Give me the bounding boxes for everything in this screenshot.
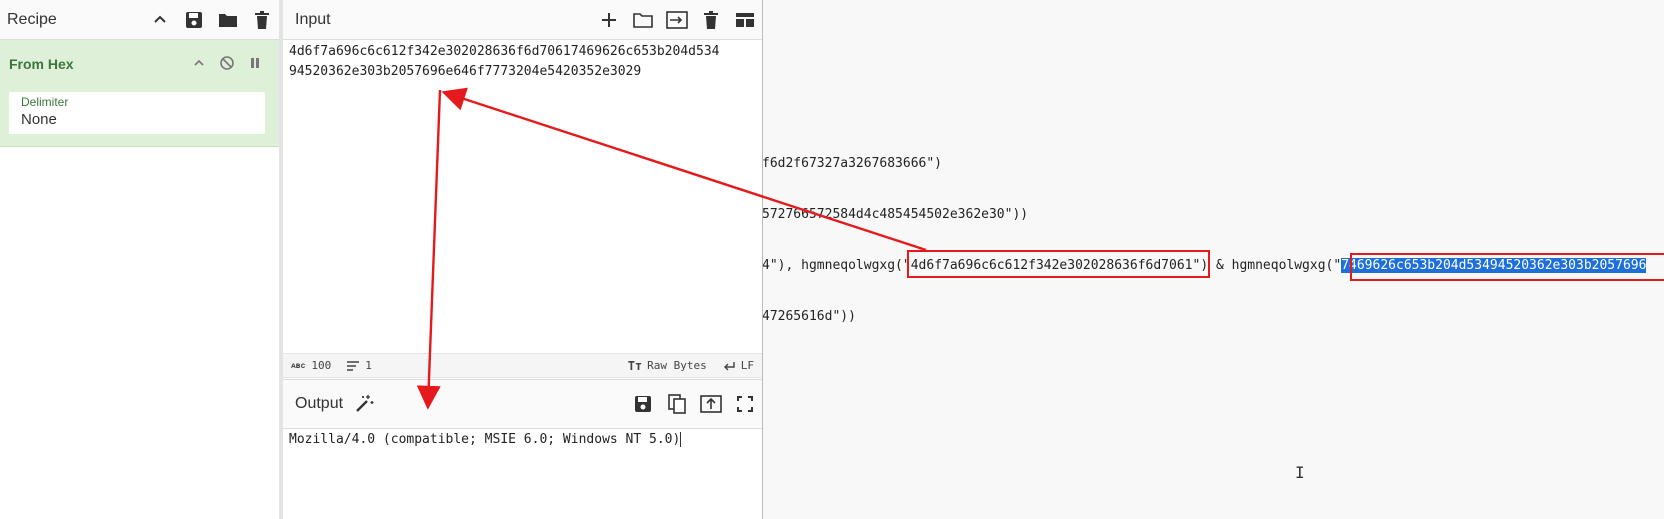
add-tab-plus-icon[interactable] [592, 0, 626, 40]
magic-wand-icon[interactable] [347, 384, 381, 424]
abc-length-icon: ᴀʙᴄ [291, 360, 306, 370]
output-text[interactable]: Mozilla/4.0 (compatible; MSIE 6.0; Windo… [289, 430, 682, 450]
code-line-4: 47265616d")) [762, 309, 856, 324]
breakpoint-pause-icon[interactable] [241, 53, 269, 73]
code-line-1: f6d2f67327a3267683666") [762, 156, 943, 171]
input-lines: 1 [365, 359, 372, 372]
reset-layout-icon[interactable] [728, 0, 762, 40]
text-cursor-icon: I [1295, 463, 1305, 482]
highlight-box-2 [1350, 253, 1664, 281]
text-encoding-icon[interactable]: Tт [628, 359, 642, 373]
maximise-output-icon[interactable] [728, 384, 762, 424]
output-title: Output [295, 395, 344, 412]
recipe-pane: Recipe From Hex Delimiter None [0, 0, 280, 519]
copy-output-icon[interactable] [660, 384, 694, 424]
delimiter-label: Delimiter [21, 95, 69, 109]
recipe-header: Recipe [0, 0, 279, 40]
save-recipe-icon[interactable] [177, 0, 211, 40]
collapse-chevron-up-icon[interactable] [143, 0, 177, 40]
open-file-input-icon[interactable] [660, 0, 694, 40]
eol-return-icon[interactable] [723, 361, 735, 371]
delimiter-value[interactable]: None [21, 111, 57, 128]
input-text-line-2[interactable]: 94520362e303b2057696e646f7773204e5420352… [289, 62, 641, 82]
input-title: Input [295, 10, 331, 28]
input-text-line-1[interactable]: 4d6f7a696c6c612f342e302028636f6d70617469… [289, 42, 719, 62]
load-recipe-folder-icon[interactable] [211, 0, 245, 40]
input-eol[interactable]: LF [741, 359, 754, 372]
operation-collapse-icon[interactable] [185, 53, 213, 73]
output-caret [680, 432, 682, 447]
input-output-pane: Input 4d6f7a696c6c612f342e302028636f6d70… [283, 0, 763, 519]
operation-from-hex[interactable]: From Hex Delimiter None [0, 40, 279, 147]
code-line-2: 572766572584d4c485454502e362e30")) [762, 207, 1029, 222]
input-header: Input [283, 0, 762, 40]
lines-icon [347, 360, 360, 371]
input-length: 100 [311, 359, 332, 372]
clear-input-trash-icon[interactable] [694, 0, 728, 40]
open-folder-icon[interactable] [626, 0, 660, 40]
input-statusbar: ᴀʙᴄ 100 1 Tт Raw Bytes LF [283, 353, 762, 378]
operation-title: From Hex [9, 56, 74, 72]
replace-input-with-output-icon[interactable] [694, 384, 728, 424]
code-line-3-prefix: 4"), hgmneqolwgxg( [762, 258, 903, 273]
save-output-icon[interactable] [626, 384, 660, 424]
code-line-3-mid: ) & hgmneqolwgxg( [1200, 258, 1334, 273]
disable-operation-icon[interactable] [213, 53, 241, 73]
highlight-box-1 [907, 250, 1210, 278]
delimiter-field[interactable]: Delimiter None [9, 92, 265, 134]
input-encoding[interactable]: Raw Bytes [647, 359, 707, 372]
clear-recipe-trash-icon[interactable] [245, 0, 279, 40]
output-header: Output [283, 379, 762, 429]
output-text-value: Mozilla/4.0 (compatible; MSIE 6.0; Windo… [289, 432, 681, 447]
recipe-title: Recipe [7, 10, 57, 28]
